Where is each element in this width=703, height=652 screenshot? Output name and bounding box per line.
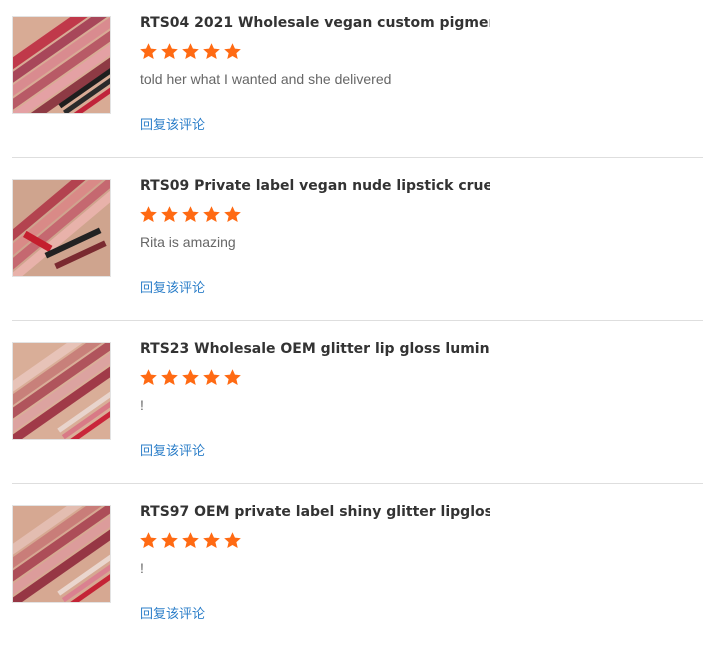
star-icon (203, 369, 220, 386)
product-thumbnail[interactable] (12, 16, 111, 114)
review-comment: told her what I wanted and she delivered (140, 71, 392, 87)
review-item: RTS97 OEM private label shiny glitter li… (0, 489, 703, 652)
product-thumbnail[interactable] (12, 505, 111, 603)
star-icon (161, 532, 178, 549)
divider (12, 483, 703, 484)
product-thumbnail[interactable] (12, 342, 111, 440)
lipstick-swatch-photo-icon (13, 343, 110, 439)
star-icon (203, 206, 220, 223)
star-icon (161, 43, 178, 60)
reply-link[interactable]: 回复该评论 (140, 118, 205, 134)
reply-link[interactable]: 回复该评论 (140, 444, 205, 460)
star-icon (224, 532, 241, 549)
star-icon (140, 532, 157, 549)
star-icon (224, 43, 241, 60)
review-item: RTS09 Private label vegan nude lipstick … (0, 163, 703, 326)
star-icon (140, 43, 157, 60)
star-icon (182, 43, 199, 60)
star-rating (139, 205, 242, 225)
star-icon (203, 43, 220, 60)
star-icon (140, 369, 157, 386)
star-rating (139, 531, 242, 551)
product-title[interactable]: RTS09 Private label vegan nude lipstick … (140, 177, 490, 195)
star-rating (139, 42, 242, 62)
review-item: RTS04 2021 Wholesale vegan custom pigmen… (0, 0, 703, 163)
star-icon (140, 206, 157, 223)
product-thumbnail[interactable] (12, 179, 111, 277)
star-icon (182, 369, 199, 386)
product-title[interactable]: RTS04 2021 Wholesale vegan custom pigmen… (140, 14, 490, 32)
star-icon (203, 532, 220, 549)
review-comment: ! (140, 397, 144, 413)
star-icon (161, 206, 178, 223)
lipstick-swatch-photo-icon (13, 17, 110, 113)
reply-link[interactable]: 回复该评论 (140, 607, 205, 623)
star-icon (224, 206, 241, 223)
review-comment: Rita is amazing (140, 234, 236, 250)
star-icon (224, 369, 241, 386)
review-item: RTS23 Wholesale OEM glitter lip gloss lu… (0, 326, 703, 489)
star-icon (182, 206, 199, 223)
reply-link[interactable]: 回复该评论 (140, 281, 205, 297)
lipstick-swatch-photo-icon (13, 506, 110, 602)
product-title[interactable]: RTS97 OEM private label shiny glitter li… (140, 503, 490, 521)
review-comment: ! (140, 560, 144, 576)
product-title[interactable]: RTS23 Wholesale OEM glitter lip gloss lu… (140, 340, 490, 358)
star-icon (161, 369, 178, 386)
star-icon (182, 532, 199, 549)
lipstick-swatch-photo-icon (13, 180, 110, 276)
divider (12, 320, 703, 321)
divider (12, 157, 703, 158)
star-rating (139, 368, 242, 388)
